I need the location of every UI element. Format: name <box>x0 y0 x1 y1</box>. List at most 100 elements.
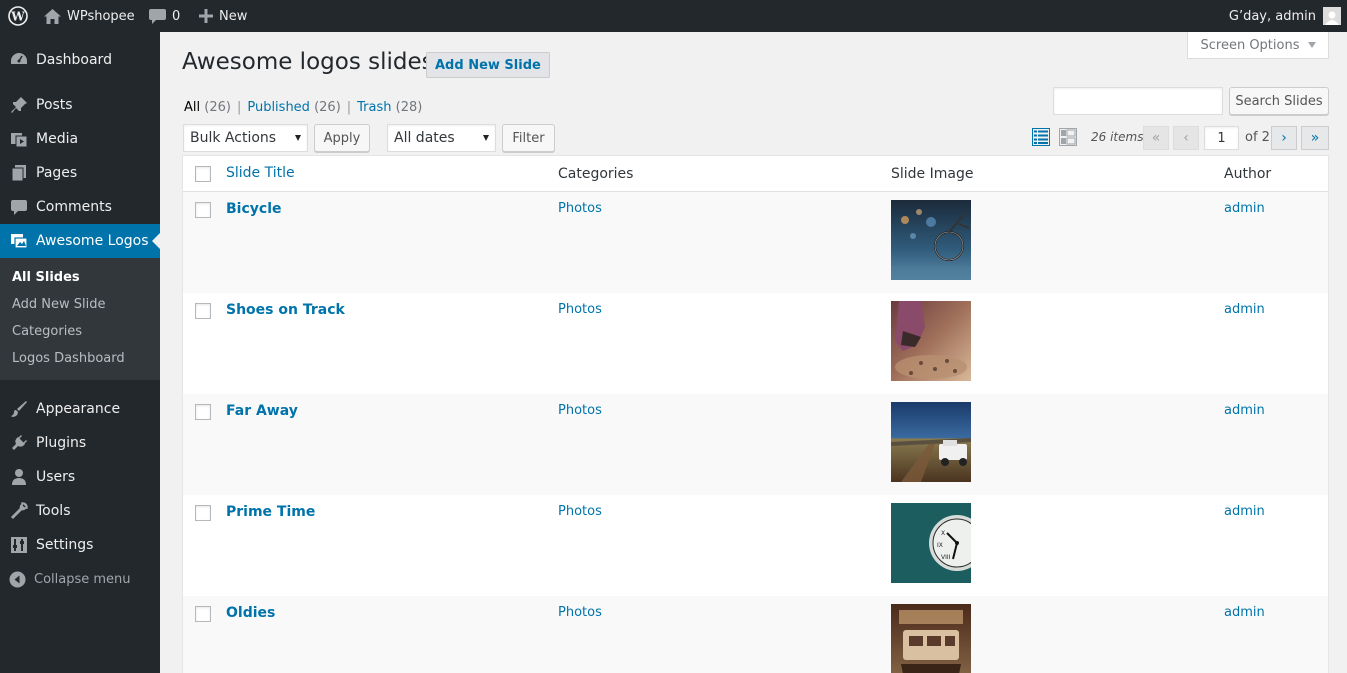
comments-link[interactable]: 0 <box>149 0 180 32</box>
separator: | <box>346 100 352 115</box>
my-account-link[interactable]: G’day, admin <box>1229 0 1341 32</box>
total-pages: of 2 <box>1245 130 1270 145</box>
screen-options-label: Screen Options <box>1200 37 1300 53</box>
submenu-item-all-slides[interactable]: All Slides <box>12 270 80 285</box>
collapse-menu-button[interactable]: Collapse menu <box>0 566 160 592</box>
slide-thumbnail-bicycle[interactable] <box>891 200 971 280</box>
plus-icon <box>199 9 213 23</box>
bulk-actions-select[interactable]: Bulk Actions <box>183 124 308 152</box>
slide-thumbnail-oldies[interactable] <box>891 604 971 673</box>
next-page-button[interactable]: › <box>1271 126 1297 150</box>
category-link[interactable]: Photos <box>558 201 602 216</box>
sidebar-item-settings[interactable]: Settings <box>0 528 160 562</box>
sidebar-item-label: Awesome Logos <box>36 233 149 249</box>
sidebar-item-label: Users <box>36 469 76 485</box>
wordpress-logo-icon[interactable]: W <box>6 0 30 32</box>
search-input[interactable] <box>1053 87 1223 115</box>
page-title: Awesome logos slides <box>182 49 434 75</box>
media-icon <box>0 130 36 148</box>
list-view-icon[interactable] <box>1032 128 1050 146</box>
sidebar-item-tools[interactable]: Tools <box>0 494 160 528</box>
author-link[interactable]: admin <box>1224 201 1265 216</box>
last-page-button[interactable]: » <box>1301 126 1329 150</box>
sidebar-item-label: Media <box>36 131 79 147</box>
svg-text:VIII: VIII <box>941 554 951 561</box>
filter-published-link[interactable]: Published (26) <box>247 100 340 115</box>
table-row: Shoes on Track Photos admin <box>183 293 1328 394</box>
slide-thumbnail-shoes-on-track[interactable] <box>891 301 971 381</box>
wrench-icon <box>0 502 36 520</box>
category-link[interactable]: Photos <box>558 504 602 519</box>
row-checkbox[interactable] <box>195 404 211 420</box>
select-all-checkbox[interactable] <box>195 166 211 182</box>
sidebar-item-pages[interactable]: Pages <box>0 156 160 190</box>
sidebar-item-comments[interactable]: Comments <box>0 190 160 224</box>
category-link[interactable]: Photos <box>558 302 602 317</box>
slide-title-link[interactable]: Far Away <box>226 403 298 419</box>
avatar <box>1323 7 1341 25</box>
submenu-item-categories[interactable]: Categories <box>12 324 82 339</box>
dropdown-arrow-icon <box>295 135 301 141</box>
slide-title-link[interactable]: Oldies <box>226 605 275 621</box>
new-content-link[interactable]: New <box>199 0 247 32</box>
sidebar-item-awesome-logos[interactable]: Awesome Logos <box>0 224 160 258</box>
paintbrush-icon <box>0 400 36 418</box>
slide-title-link[interactable]: Shoes on Track <box>226 302 345 318</box>
slide-title-link[interactable]: Prime Time <box>226 504 315 520</box>
slide-thumbnail-far-away[interactable] <box>891 402 971 482</box>
dropdown-arrow-icon <box>483 135 489 141</box>
sidebar-item-dashboard[interactable]: Dashboard <box>0 43 160 77</box>
submenu-item-add-new-slide[interactable]: Add New Slide <box>12 297 106 312</box>
filter-all-label: All <box>184 100 201 115</box>
sidebar-item-plugins[interactable]: Plugins <box>0 426 160 460</box>
apply-button[interactable]: Apply <box>314 124 370 152</box>
sidebar-item-label: Tools <box>36 503 71 519</box>
sidebar-item-posts[interactable]: Posts <box>0 88 160 122</box>
slides-table: Slide Title Categories Slide Image Autho… <box>182 155 1329 673</box>
row-checkbox[interactable] <box>195 505 211 521</box>
svg-text:W: W <box>10 10 25 24</box>
current-page-input[interactable]: 1 <box>1204 126 1239 150</box>
caret-down-icon <box>1307 42 1316 48</box>
table-row: Oldies Photos admin <box>183 596 1328 673</box>
slide-thumbnail-prime-time[interactable]: X IX VIII <box>891 503 971 583</box>
row-checkbox[interactable] <box>195 202 211 218</box>
filter-published-label: Published <box>247 100 310 115</box>
author-link[interactable]: admin <box>1224 302 1265 317</box>
sidebar-item-appearance[interactable]: Appearance <box>0 392 160 426</box>
home-icon <box>44 8 61 24</box>
category-link[interactable]: Photos <box>558 605 602 620</box>
category-link[interactable]: Photos <box>558 403 602 418</box>
author-link[interactable]: admin <box>1224 504 1265 519</box>
filter-button[interactable]: Filter <box>502 124 555 152</box>
slide-title-link[interactable]: Bicycle <box>226 201 282 217</box>
site-name-link[interactable]: WPshopee <box>44 0 135 32</box>
author-link[interactable]: admin <box>1224 403 1265 418</box>
dashboard-icon <box>0 51 36 69</box>
images-icon <box>0 232 36 250</box>
column-header-categories: Categories <box>558 166 634 182</box>
sidebar-item-media[interactable]: Media <box>0 122 160 156</box>
excerpt-view-icon[interactable] <box>1059 128 1077 146</box>
filter-trash-count: (28) <box>395 100 423 115</box>
author-link[interactable]: admin <box>1224 605 1265 620</box>
pages-icon <box>0 164 36 182</box>
prev-page-button: ‹ <box>1173 126 1199 150</box>
add-new-slide-button[interactable]: Add New Slide <box>426 52 550 78</box>
admin-bar: W WPshopee 0 New G’day, admin <box>0 0 1347 32</box>
date-filter-select[interactable]: All dates <box>387 124 496 152</box>
sidebar-item-users[interactable]: Users <box>0 460 160 494</box>
submenu-item-logos-dashboard[interactable]: Logos Dashboard <box>12 351 125 366</box>
search-slides-button[interactable]: Search Slides <box>1229 87 1329 115</box>
sidebar-item-label: Dashboard <box>36 52 112 68</box>
filter-all-count: (26) <box>204 100 231 115</box>
svg-text:X: X <box>941 530 945 537</box>
filter-trash-link[interactable]: Trash (28) <box>357 100 422 115</box>
row-checkbox[interactable] <box>195 606 211 622</box>
filter-all-link[interactable]: All (26) <box>184 100 231 115</box>
sidebar-item-label: Comments <box>36 199 112 215</box>
screen-options-button[interactable]: Screen Options <box>1187 32 1329 59</box>
sidebar-item-label: Appearance <box>36 401 121 417</box>
column-header-slide-title[interactable]: Slide Title <box>226 165 295 181</box>
row-checkbox[interactable] <box>195 303 211 319</box>
